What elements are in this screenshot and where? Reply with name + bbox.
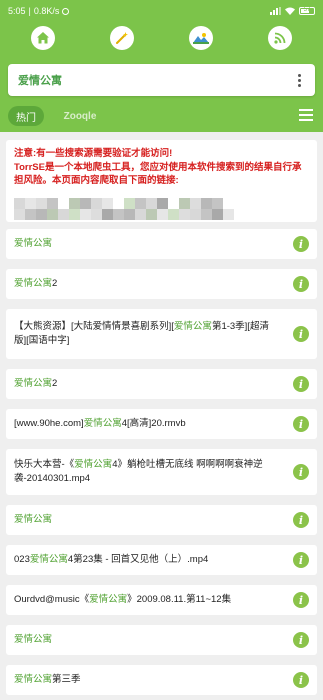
result-item[interactable]: 023爱情公寓4第23集 - 回首又见他（上）.mp4 i: [6, 545, 317, 575]
disclaimer-card: 注意:有一些搜索源需要验证才能访问! TorrSE是一个本地爬虫工具，您应对使用…: [6, 140, 317, 222]
result-title: 爱情公寓: [14, 633, 52, 647]
wifi-icon: [285, 7, 295, 15]
home-icon[interactable]: [31, 26, 55, 50]
result-title-prefix: Ourdvd@music《: [14, 594, 90, 605]
result-item[interactable]: 快乐大本营-《爱情公寓4》躺枪吐槽无底线 啊啊啊啊衰神逆袭-20140301.m…: [6, 449, 317, 495]
info-icon[interactable]: i: [293, 632, 309, 648]
rss-icon[interactable]: [268, 26, 292, 50]
info-icon[interactable]: i: [293, 672, 309, 688]
tab-bar: 热门 Zooqle: [0, 106, 323, 128]
result-title: 023爱情公寓4第23集 - 回首又见他（上）.mp4: [14, 553, 208, 567]
landscape-icon[interactable]: [189, 26, 213, 50]
battery-icon: 57: [299, 7, 315, 15]
info-icon[interactable]: i: [293, 236, 309, 252]
tab-hot[interactable]: 热门: [8, 106, 44, 126]
battery-level: 57: [303, 7, 311, 13]
result-keyword: 爱情公寓: [14, 278, 53, 289]
result-title-suffix: 2: [52, 278, 58, 289]
result-title: 爱情公寓2: [14, 377, 57, 391]
result-keyword: 爱情公寓: [14, 238, 53, 249]
result-item[interactable]: 爱情公寓第三季 i: [6, 665, 317, 695]
result-item[interactable]: 爱情公寓 i: [6, 505, 317, 535]
status-bar: 5:05 | 0.8K/s 57: [0, 0, 323, 22]
result-item[interactable]: 爱情公寓2 i: [6, 269, 317, 299]
info-icon[interactable]: i: [293, 464, 309, 480]
result-title: 【大熊资源】[大陆爱情情景喜剧系列][爱情公寓第1-3季][超清版][国语中字]: [14, 320, 281, 348]
result-keyword: 爱情公寓: [14, 378, 53, 389]
result-title-prefix: [www.90he.com]: [14, 418, 84, 429]
result-item[interactable]: [www.90he.com]爱情公寓4[高清]20.rmvb i: [6, 409, 317, 439]
result-keyword: 爱情公寓: [89, 594, 128, 605]
menu-icon[interactable]: [299, 109, 313, 121]
notice-disclaimer: TorrSE是一个本地爬虫工具，您应对使用本软件搜索到的结果自行承担风险。本页面…: [14, 162, 302, 186]
result-title: 快乐大本营-《爱情公寓4》躺枪吐槽无底线 啊啊啊啊衰神逆袭-20140301.m…: [14, 458, 281, 486]
result-title-prefix: 快乐大本营-《: [14, 459, 75, 470]
result-title-suffix: 》2009.08.11.第11~12集: [127, 594, 232, 605]
result-title: [www.90he.com]爱情公寓4[高清]20.rmvb: [14, 417, 186, 431]
result-item[interactable]: 爱情公寓 i: [6, 229, 317, 259]
info-icon[interactable]: i: [293, 592, 309, 608]
result-keyword: 爱情公寓: [14, 514, 53, 525]
source-link-redacted[interactable]: [14, 198, 234, 220]
result-title: 爱情公寓: [14, 513, 52, 527]
info-icon[interactable]: i: [293, 512, 309, 528]
result-keyword: 爱情公寓: [173, 321, 212, 332]
result-title: 爱情公寓2: [14, 277, 57, 291]
search-bar[interactable]: 爱情公寓: [8, 64, 315, 96]
result-title-prefix: 023: [14, 554, 30, 565]
info-icon[interactable]: i: [293, 376, 309, 392]
result-title-suffix: 4[高清]20.rmvb: [121, 418, 186, 429]
info-icon[interactable]: i: [293, 326, 309, 342]
signal-icon: [270, 7, 281, 15]
info-icon[interactable]: i: [293, 416, 309, 432]
search-query[interactable]: 爱情公寓: [18, 72, 62, 88]
notice-warning: 注意:有一些搜索源需要验证才能访问!: [14, 148, 173, 159]
status-separator: |: [28, 6, 31, 16]
result-item[interactable]: 爱情公寓 i: [6, 625, 317, 655]
result-keyword: 爱情公寓: [83, 418, 122, 429]
result-keyword: 爱情公寓: [74, 459, 113, 470]
info-icon[interactable]: i: [293, 276, 309, 292]
result-title: Ourdvd@music《爱情公寓》2009.08.11.第11~12集: [14, 593, 231, 607]
more-options-icon[interactable]: [293, 72, 305, 88]
result-item[interactable]: Ourdvd@music《爱情公寓》2009.08.11.第11~12集 i: [6, 585, 317, 615]
result-keyword: 爱情公寓: [14, 634, 53, 645]
result-item[interactable]: 爱情公寓2 i: [6, 369, 317, 399]
result-title: 爱情公寓第三季: [14, 673, 81, 687]
result-title-suffix: 第三季: [52, 674, 81, 685]
info-icon[interactable]: i: [293, 552, 309, 568]
result-title-suffix: 2: [52, 378, 58, 389]
result-title-prefix: 【大熊资源】[大陆爱情情景喜剧系列][: [14, 321, 174, 332]
result-title: 爱情公寓: [14, 237, 52, 251]
result-keyword: 爱情公寓: [29, 554, 68, 565]
results-list[interactable]: 注意:有一些搜索源需要验证才能访问! TorrSE是一个本地爬虫工具，您应对使用…: [0, 132, 323, 700]
sync-icon: [62, 7, 70, 15]
result-item[interactable]: 【大熊资源】[大陆爱情情景喜剧系列][爱情公寓第1-3季][超清版][国语中字]…: [6, 309, 317, 359]
result-title-suffix: 4第23集 - 回首又见他（上）.mp4: [67, 554, 209, 565]
magic-wand-icon[interactable]: [110, 26, 134, 50]
result-keyword: 爱情公寓: [14, 674, 53, 685]
top-toolbar: [0, 26, 323, 54]
network-speed: 0.8K/s: [33, 6, 60, 16]
tab-zooqle[interactable]: Zooqle: [58, 106, 102, 126]
status-time: 5:05: [8, 6, 26, 16]
